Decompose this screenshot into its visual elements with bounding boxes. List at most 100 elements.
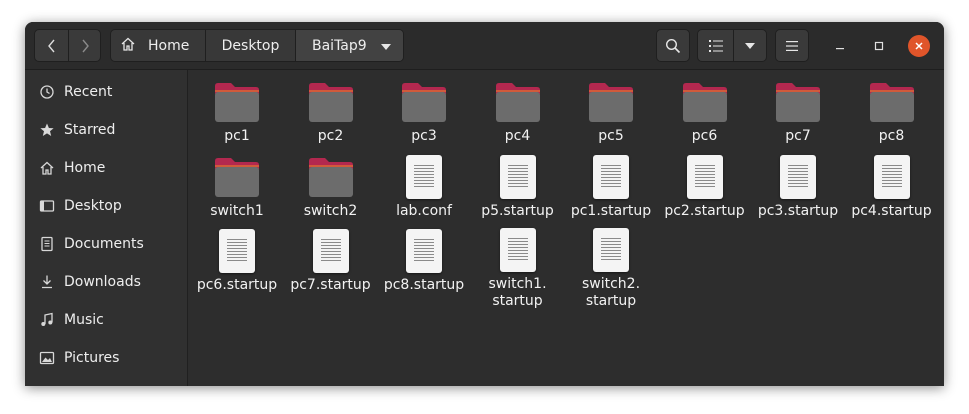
desktop-icon bbox=[39, 198, 55, 214]
folder-icon bbox=[867, 79, 917, 124]
text-file-icon bbox=[399, 228, 449, 273]
file-name: p5.startup bbox=[481, 202, 554, 219]
close-button[interactable] bbox=[908, 35, 930, 57]
sidebar-item-pictures[interactable]: Pictures bbox=[25, 339, 187, 377]
breadcrumb-current[interactable]: BaiTap9 bbox=[296, 30, 403, 61]
file-name: pc4 bbox=[504, 128, 531, 144]
file-item[interactable]: p5.startup bbox=[471, 146, 565, 220]
file-item[interactable]: pc1.startup bbox=[564, 146, 658, 220]
breadcrumb-home[interactable]: Home bbox=[111, 30, 206, 61]
minimize-icon bbox=[836, 48, 844, 50]
chevron-left-icon bbox=[47, 39, 55, 52]
file-item[interactable]: pc4.startup bbox=[845, 146, 939, 220]
text-file-icon bbox=[212, 228, 262, 273]
folder-item[interactable]: pc2 bbox=[284, 71, 378, 145]
folder-icon bbox=[680, 79, 730, 124]
text-file-icon bbox=[493, 228, 543, 272]
folder-item[interactable]: pc7 bbox=[751, 71, 845, 145]
folder-icon bbox=[212, 79, 262, 124]
sidebar-item-label: Home bbox=[64, 160, 106, 176]
folder-item[interactable]: pc6 bbox=[658, 71, 752, 145]
file-name: pc7 bbox=[785, 128, 811, 144]
hamburger-menu-icon bbox=[786, 40, 798, 51]
chevron-right-icon bbox=[81, 39, 89, 52]
folder-item[interactable]: pc4 bbox=[471, 71, 565, 145]
breadcrumb-desktop[interactable]: Desktop bbox=[206, 30, 296, 61]
sidebar-item-starred[interactable]: Starred bbox=[25, 111, 187, 149]
back-button[interactable] bbox=[35, 30, 69, 61]
folder-icon bbox=[212, 154, 262, 199]
text-file-icon bbox=[773, 154, 823, 199]
list-view-button[interactable] bbox=[698, 30, 734, 61]
maximize-icon bbox=[874, 41, 884, 51]
file-name: pc8.startup bbox=[383, 277, 465, 293]
sidebar-item-recent[interactable]: Recent bbox=[25, 73, 187, 111]
file-grid: pc1 pc2 pc3 pc4 pc5 pc6 pc7 pc8 switch1 switch2 la… bbox=[188, 70, 944, 386]
folder-item[interactable]: switch2 bbox=[284, 146, 378, 220]
file-item[interactable]: switch2. startup bbox=[564, 220, 658, 309]
folder-icon bbox=[306, 79, 356, 124]
breadcrumb-home-label: Home bbox=[148, 37, 190, 54]
sidebar-item-documents[interactable]: Documents bbox=[25, 225, 187, 263]
file-name: pc7.startup bbox=[290, 277, 371, 293]
file-name: pc8 bbox=[878, 128, 905, 144]
folder-item[interactable]: switch1 bbox=[190, 146, 284, 220]
file-item[interactable]: pc3.startup bbox=[751, 146, 845, 220]
folder-item[interactable]: pc3 bbox=[377, 71, 471, 145]
clock-icon bbox=[39, 84, 55, 100]
breadcrumb: Home Desktop BaiTap9 bbox=[110, 29, 404, 62]
home-icon bbox=[39, 160, 55, 176]
sidebar-item-label: Desktop bbox=[64, 198, 122, 214]
text-file-icon bbox=[586, 228, 636, 272]
file-item[interactable]: pc7.startup bbox=[284, 220, 378, 294]
file-name: pc2.startup bbox=[664, 202, 745, 219]
folder-icon bbox=[306, 154, 356, 199]
sidebar-item-downloads[interactable]: Downloads bbox=[25, 263, 187, 301]
file-item[interactable]: pc2.startup bbox=[658, 146, 752, 220]
text-file-icon bbox=[680, 154, 730, 199]
breadcrumb-desktop-label: Desktop bbox=[221, 37, 280, 54]
main-menu-button[interactable] bbox=[775, 29, 809, 62]
file-name: pc4.startup bbox=[851, 202, 932, 219]
file-name: pc1.startup bbox=[570, 202, 652, 219]
file-name: pc5 bbox=[598, 128, 624, 144]
file-name: pc2 bbox=[317, 128, 344, 144]
sidebar-item-music[interactable]: Music bbox=[25, 301, 187, 339]
file-name: switch1. startup bbox=[488, 276, 547, 309]
caret-down-icon bbox=[744, 42, 755, 49]
folder-icon bbox=[399, 79, 449, 124]
list-view-icon bbox=[708, 39, 723, 52]
file-item[interactable]: lab.conf bbox=[377, 146, 471, 220]
header-bar: Home Desktop BaiTap9 bbox=[25, 22, 944, 70]
home-icon bbox=[120, 36, 136, 56]
close-icon bbox=[915, 42, 923, 50]
document-icon bbox=[39, 236, 55, 252]
folder-item[interactable]: pc1 bbox=[190, 71, 284, 145]
forward-button[interactable] bbox=[68, 30, 101, 61]
file-name: pc3 bbox=[411, 128, 437, 144]
music-icon bbox=[39, 312, 55, 328]
search-icon bbox=[665, 38, 681, 53]
download-icon bbox=[39, 274, 55, 290]
file-item[interactable]: pc6.startup bbox=[190, 220, 284, 294]
file-name: pc3.startup bbox=[757, 202, 839, 219]
file-item[interactable]: pc8.startup bbox=[377, 220, 471, 294]
folder-icon bbox=[773, 79, 823, 124]
folder-item[interactable]: pc8 bbox=[845, 71, 939, 145]
text-file-icon bbox=[306, 228, 356, 273]
view-dropdown-button[interactable] bbox=[733, 30, 766, 61]
breadcrumb-current-label: BaiTap9 bbox=[312, 37, 367, 54]
maximize-button[interactable] bbox=[868, 35, 890, 57]
minimize-button[interactable] bbox=[829, 35, 851, 57]
caret-down-icon bbox=[380, 38, 391, 54]
file-name: switch2 bbox=[303, 202, 358, 219]
sidebar-item-home[interactable]: Home bbox=[25, 149, 187, 187]
file-item[interactable]: switch1. startup bbox=[471, 220, 565, 309]
sidebar-item-label: Music bbox=[64, 312, 104, 328]
folder-item[interactable]: pc5 bbox=[564, 71, 658, 145]
sidebar: Recent Starred Home Desktop Documents Downloa… bbox=[25, 70, 188, 386]
search-button[interactable] bbox=[656, 29, 690, 62]
sidebar-item-label: Recent bbox=[64, 84, 113, 100]
sidebar-item-desktop[interactable]: Desktop bbox=[25, 187, 187, 225]
folder-icon bbox=[586, 79, 636, 124]
